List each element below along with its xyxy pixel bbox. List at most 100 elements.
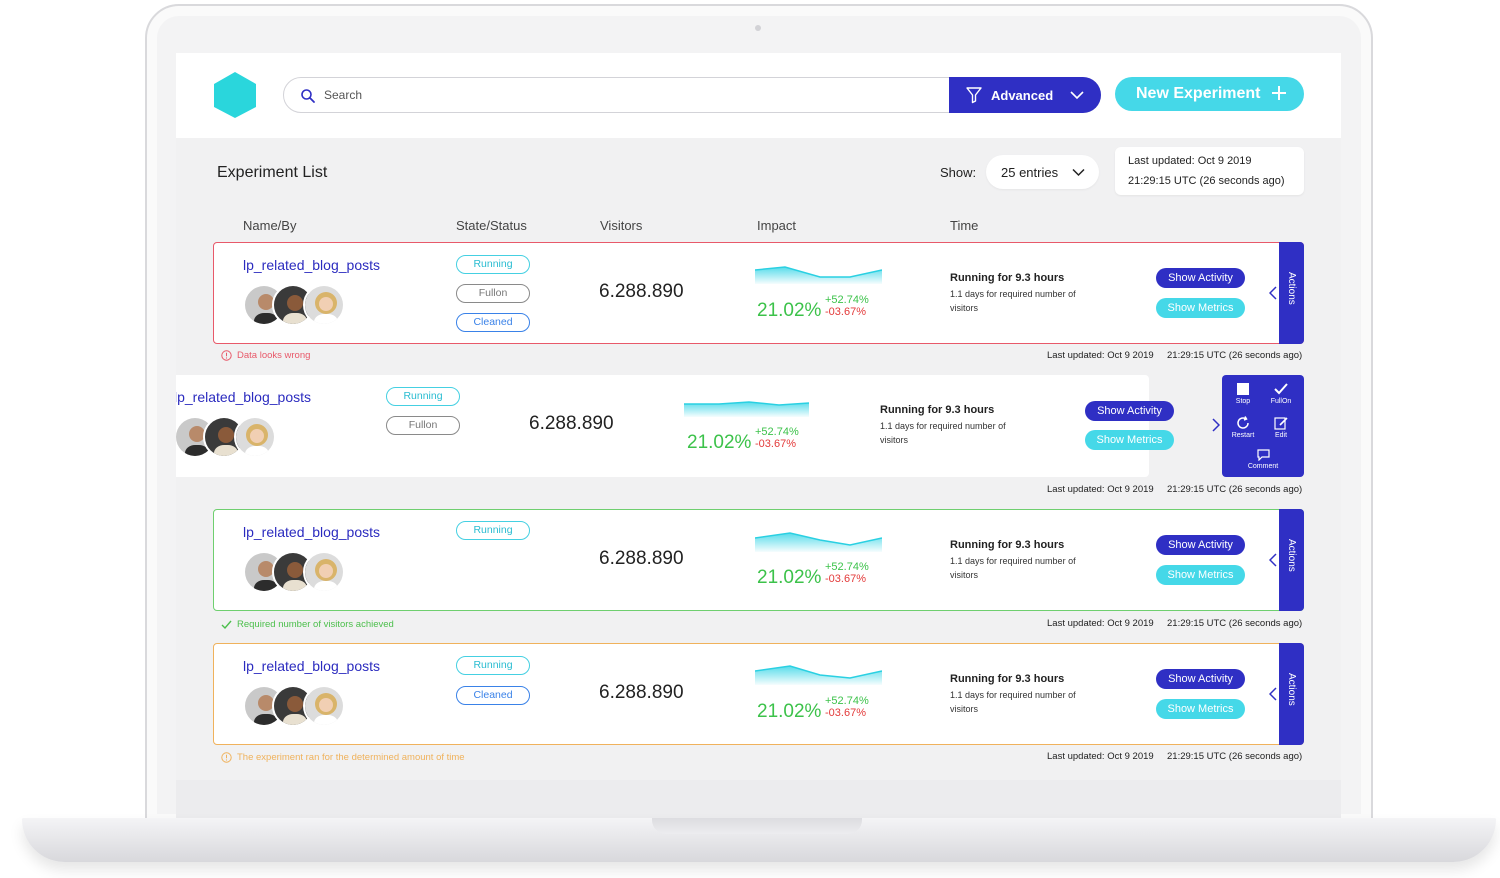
fullon-label: FullOn (1270, 398, 1292, 405)
stop-icon (1237, 383, 1249, 395)
row-last-updated-date: Last updated: Oct 9 2019 (1047, 350, 1154, 361)
impact-sparkline (755, 532, 882, 552)
restart-icon (1237, 416, 1249, 429)
chevron-down-icon (1070, 91, 1084, 100)
show-metrics-button[interactable]: Show Metrics (1156, 298, 1245, 318)
impact-sparkline (755, 266, 882, 284)
impact-negative: -03.67% (825, 573, 866, 585)
row-last-updated-time: 21:29:15 UTC (26 seconds ago) (1167, 484, 1303, 495)
impact-negative: -03.67% (755, 438, 796, 450)
last-updated-box: Last updated: Oct 9 2019 21:29:15 UTC (2… (1115, 147, 1304, 195)
experiment-name-link[interactable]: lp_related_blog_posts (176, 389, 311, 405)
entries-select[interactable]: 25 entries (986, 155, 1099, 189)
last-updated-time: 21:29:15 UTC (26 seconds ago) (1128, 175, 1285, 187)
comment-label: Comment (1247, 463, 1279, 470)
row-note-error: Data looks wrong (221, 350, 310, 361)
time-running: Running for 9.3 hours (950, 272, 1065, 284)
actions-tab[interactable]: Actions (1279, 643, 1304, 745)
impact-value: 21.02% (687, 432, 752, 453)
time-required: 1.1 days for required number of visitors (950, 690, 1076, 714)
avatar (303, 284, 345, 326)
impact-negative: -03.67% (825, 306, 866, 318)
impact-positive: +52.74% (825, 695, 869, 707)
new-experiment-label: New Experiment (1136, 85, 1261, 102)
row-last-updated-time: 21:29:15 UTC (26 seconds ago) (1167, 751, 1303, 762)
show-activity-button[interactable]: Show Activity (1156, 535, 1245, 555)
row-note-text: The experiment ran for the determined am… (237, 752, 465, 763)
edit-label: Edit (1274, 432, 1288, 439)
show-metrics-button[interactable]: Show Metrics (1156, 699, 1245, 719)
actions-label: Actions (1286, 539, 1297, 572)
time-running: Running for 9.3 hours (880, 404, 995, 416)
fullon-action[interactable]: FullOn (1264, 382, 1298, 405)
status-badge-fullon: Fullon (456, 284, 530, 303)
screen-bottom-bezel (176, 780, 1341, 818)
impact-value: 21.02% (757, 300, 822, 321)
laptop-camera (755, 25, 761, 31)
avatar (303, 685, 345, 727)
impact-sparkline (755, 665, 882, 685)
row-last-updated-date: Last updated: Oct 9 2019 (1047, 618, 1154, 629)
impact-positive: +52.74% (825, 561, 869, 573)
impact-negative: -03.67% (825, 707, 866, 719)
stop-label: Stop (1235, 398, 1251, 405)
experiment-row: lp_related_blog_posts Running 6.288.890 … (213, 509, 1304, 611)
actions-label: Actions (1286, 272, 1297, 305)
avatar-group (243, 551, 353, 595)
new-experiment-button[interactable]: New Experiment (1115, 77, 1304, 111)
plus-icon (1272, 86, 1286, 100)
column-header-impact: Impact (757, 218, 797, 233)
chevron-left-icon[interactable] (1269, 286, 1277, 300)
edit-action[interactable]: Edit (1264, 416, 1298, 439)
show-activity-button[interactable]: Show Activity (1156, 268, 1245, 288)
row-note-warning: The experiment ran for the determined am… (221, 752, 465, 763)
actions-menu: Stop FullOn Restart Edit Comment (1222, 375, 1304, 477)
actions-tab[interactable]: Actions (1279, 509, 1304, 611)
entries-value: 25 entries (1001, 165, 1059, 180)
show-metrics-button[interactable]: Show Metrics (1085, 430, 1174, 450)
check-icon (1274, 383, 1288, 395)
show-metrics-button[interactable]: Show Metrics (1156, 565, 1245, 585)
advanced-label: Advanced (991, 87, 1054, 103)
restart-action[interactable]: Restart (1226, 416, 1260, 439)
visitors-count: 6.288.890 (599, 281, 684, 302)
edit-icon (1274, 417, 1288, 430)
time-required: 1.1 days for required number of visitors (950, 289, 1076, 313)
actions-tab[interactable]: Actions (1279, 242, 1304, 344)
status-badge-cleaned: Cleaned (456, 313, 530, 332)
chevron-left-icon[interactable] (1269, 687, 1277, 701)
logo-hexagon-icon (214, 72, 256, 118)
status-badge-running: Running (456, 656, 530, 675)
filter-funnel-icon (966, 87, 982, 104)
row-last-updated-date: Last updated: Oct 9 2019 (1047, 751, 1154, 762)
comment-icon (1256, 449, 1270, 461)
comment-action[interactable]: Comment (1246, 449, 1280, 470)
avatar (234, 416, 276, 458)
column-header-status: State/Status (456, 218, 527, 233)
show-activity-button[interactable]: Show Activity (1156, 669, 1245, 689)
experiment-name-link[interactable]: lp_related_blog_posts (243, 257, 380, 273)
advanced-filter-button[interactable]: Advanced (949, 77, 1101, 113)
alert-circle-icon (221, 350, 232, 361)
chevron-down-icon (1072, 168, 1085, 177)
stop-action[interactable]: Stop (1226, 382, 1260, 405)
impact-value: 21.02% (757, 567, 822, 588)
restart-label: Restart (1231, 432, 1255, 439)
search-input[interactable] (324, 78, 944, 112)
column-header-time: Time (950, 218, 979, 233)
experiment-name-link[interactable]: lp_related_blog_posts (243, 658, 380, 674)
chevron-left-icon[interactable] (1269, 553, 1277, 567)
show-activity-button[interactable]: Show Activity (1085, 401, 1174, 421)
column-header-visitors: Visitors (600, 218, 643, 233)
page-title: Experiment List (217, 164, 328, 181)
time-required: 1.1 days for required number of visitors (880, 421, 1006, 445)
avatar-group (243, 284, 353, 328)
visitors-count: 6.288.890 (599, 548, 684, 569)
chevron-right-icon[interactable] (1212, 418, 1220, 432)
row-note-success: Required number of visitors achieved (221, 619, 394, 630)
experiment-name-link[interactable]: lp_related_blog_posts (243, 524, 380, 540)
time-running: Running for 9.3 hours (950, 673, 1065, 685)
show-label: Show: (940, 165, 977, 180)
experiment-row-hovered: lp_related_blog_posts Running Fullon 6.2… (176, 375, 1220, 477)
actions-label: Actions (1286, 673, 1297, 706)
